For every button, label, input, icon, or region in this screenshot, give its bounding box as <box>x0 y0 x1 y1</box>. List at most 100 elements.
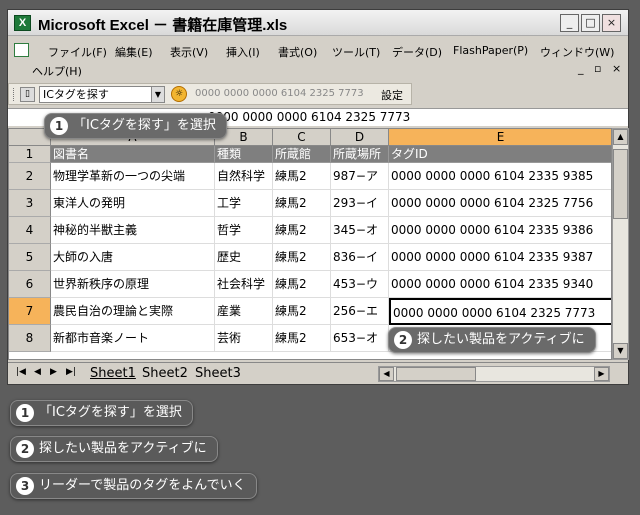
scroll-up-icon[interactable]: ▲ <box>613 129 628 145</box>
cell-tag-id[interactable]: 0000 0000 0000 6104 2335 9386 <box>389 217 611 244</box>
header-cell-type[interactable]: 種類 <box>215 146 273 163</box>
close-button[interactable]: × <box>602 14 621 32</box>
callout-step-1-overlay: 1 「ICタグを探す」を選択 <box>44 113 227 139</box>
legend-number-1: 1 <box>16 404 34 422</box>
sheet-tab-3[interactable]: Sheet3 <box>195 366 241 381</box>
sheet-tab-bar: |◀ ◀ ▶ ▶| Sheet1 Sheet2 Sheet3 ◀ ▶ <box>8 362 628 384</box>
menu-tools[interactable]: ツール(T) <box>332 44 380 60</box>
menu-flashpaper[interactable]: FlashPaper(P) <box>453 44 528 57</box>
menu-file[interactable]: ファイル(F) <box>48 44 107 60</box>
ic-tag-dropdown[interactable]: ICタグを探す ▼ <box>39 86 165 103</box>
legend-text-2: 探したい製品をアクティブに <box>39 441 207 456</box>
next-sheet-icon[interactable]: ▶ <box>50 367 57 377</box>
row-header-8[interactable]: 8 <box>9 325 51 352</box>
workbook-icon <box>14 43 29 57</box>
prev-sheet-icon[interactable]: ◀ <box>34 367 41 377</box>
cell-type[interactable]: 芸術 <box>215 325 273 352</box>
cell-tag-id[interactable]: 0000 0000 0000 6104 2325 7756 <box>389 190 611 217</box>
row-header-2[interactable]: 2 <box>9 163 51 190</box>
sheet-tab-1[interactable]: Sheet1 <box>90 366 136 381</box>
cell-title[interactable]: 新都市音楽ノート <box>51 325 215 352</box>
legend-step-1: 1 「ICタグを探す」を選択 <box>10 400 193 426</box>
cell-library[interactable]: 練馬2 <box>273 298 331 325</box>
cell-title[interactable]: 世界新秩序の原理 <box>51 271 215 298</box>
header-cell-title[interactable]: 図書名 <box>51 146 215 163</box>
menu-edit[interactable]: 編集(E) <box>115 44 153 60</box>
menu-format[interactable]: 書式(O) <box>278 44 317 60</box>
cell-type[interactable]: 歴史 <box>215 244 273 271</box>
lightbulb-icon[interactable]: ☼ <box>171 86 187 102</box>
callout-text-1: 「ICタグを探す」を選択 <box>73 118 216 133</box>
scroll-down-icon[interactable]: ▼ <box>613 343 628 359</box>
cell-location[interactable]: 453−ウ <box>331 271 389 298</box>
column-header-e[interactable]: E <box>389 129 611 146</box>
mdi-close-button[interactable]: × <box>612 62 621 75</box>
horizontal-scroll-thumb[interactable] <box>396 367 476 381</box>
menu-window[interactable]: ウィンドウ(W) <box>540 44 614 60</box>
cell-type[interactable]: 産業 <box>215 298 273 325</box>
scroll-right-icon[interactable]: ▶ <box>594 367 609 381</box>
legend-text-3: リーダーで製品のタグをよんでいく <box>39 478 246 493</box>
menu-insert[interactable]: 挿入(I) <box>226 44 260 60</box>
cell-library[interactable]: 練馬2 <box>273 244 331 271</box>
cell-type[interactable]: 自然科学 <box>215 163 273 190</box>
cell-title[interactable]: 物理学革新の一つの尖端 <box>51 163 215 190</box>
row-header-3[interactable]: 3 <box>9 190 51 217</box>
cell-type[interactable]: 哲学 <box>215 217 273 244</box>
row-header-4[interactable]: 4 <box>9 217 51 244</box>
window-title: Microsoft Excel － 書籍在庫管理.xls <box>38 17 288 34</box>
mdi-restore-button[interactable]: ▫ <box>594 62 601 75</box>
menu-data[interactable]: データ(D) <box>392 44 442 60</box>
cell-location[interactable]: 256−エ <box>331 298 389 325</box>
row-header-1[interactable]: 1 <box>9 146 51 163</box>
cell-location[interactable]: 653−オ <box>331 325 389 352</box>
settings-button[interactable]: 設定 <box>381 87 403 103</box>
cell-title[interactable]: 農民自治の理論と実際 <box>51 298 215 325</box>
cell-tag-id[interactable]: 0000 0000 0000 6104 2335 9340 <box>389 271 611 298</box>
cell-type[interactable]: 工学 <box>215 190 273 217</box>
vertical-scroll-thumb[interactable] <box>613 149 628 219</box>
menu-view[interactable]: 表示(V) <box>170 44 208 60</box>
cell-library[interactable]: 練馬2 <box>273 217 331 244</box>
cell-library[interactable]: 練馬2 <box>273 163 331 190</box>
ic-tag-dropdown-value: ICタグを探す <box>43 88 109 101</box>
chevron-down-icon[interactable]: ▼ <box>151 87 164 102</box>
header-cell-library[interactable]: 所蔵館 <box>273 146 331 163</box>
cell-title[interactable]: 大師の入唐 <box>51 244 215 271</box>
cell-type[interactable]: 社会科学 <box>215 271 273 298</box>
cell-title[interactable]: 東洋人の発明 <box>51 190 215 217</box>
mdi-minimize-button[interactable]: _ <box>578 62 584 75</box>
header-cell-location[interactable]: 所蔵場所 <box>331 146 389 163</box>
menu-help[interactable]: ヘルプ(H) <box>32 63 82 79</box>
first-sheet-icon[interactable]: |◀ <box>16 367 26 377</box>
row-header-5[interactable]: 5 <box>9 244 51 271</box>
cell-location[interactable]: 293−イ <box>331 190 389 217</box>
cell-location[interactable]: 987−ア <box>331 163 389 190</box>
cell-library[interactable]: 練馬2 <box>273 271 331 298</box>
row-header-7[interactable]: 7 <box>9 298 51 325</box>
scroll-left-icon[interactable]: ◀ <box>379 367 394 381</box>
vertical-scrollbar[interactable]: ▲ ▼ <box>612 128 629 360</box>
column-header-d[interactable]: D <box>331 129 389 146</box>
cell-library[interactable]: 練馬2 <box>273 190 331 217</box>
cell-location[interactable]: 345−オ <box>331 217 389 244</box>
toolbar-grip[interactable] <box>13 88 16 101</box>
tag-reader-icon[interactable]: ▯ <box>20 87 35 102</box>
sheet-tab-2[interactable]: Sheet2 <box>142 366 188 381</box>
cell-tag-id[interactable]: 0000 0000 0000 6104 2335 9385 <box>389 163 611 190</box>
callout-text-2: 探したい製品をアクティブに <box>417 332 585 347</box>
cell-tag-id[interactable]: 0000 0000 0000 6104 2335 9387 <box>389 244 611 271</box>
minimize-button[interactable]: _ <box>560 14 579 32</box>
column-header-c[interactable]: C <box>273 129 331 146</box>
cell-tag-id[interactable]: 0000 0000 0000 6104 2325 7773 <box>389 298 611 325</box>
horizontal-scrollbar[interactable]: ◀ ▶ <box>378 366 610 382</box>
spreadsheet-grid[interactable]: A B C D E 1 図書名 種類 所蔵館 所蔵場所 タグID 2物理学革新の… <box>8 128 612 360</box>
cell-library[interactable]: 練馬2 <box>273 325 331 352</box>
row-header-6[interactable]: 6 <box>9 271 51 298</box>
cell-title[interactable]: 神秘的半獣主義 <box>51 217 215 244</box>
maximize-button[interactable]: □ <box>581 14 600 32</box>
header-cell-tag-id[interactable]: タグID <box>389 146 611 163</box>
last-sheet-icon[interactable]: ▶| <box>66 367 76 377</box>
cell-location[interactable]: 836−イ <box>331 244 389 271</box>
legend-step-2: 2 探したい製品をアクティブに <box>10 436 218 462</box>
